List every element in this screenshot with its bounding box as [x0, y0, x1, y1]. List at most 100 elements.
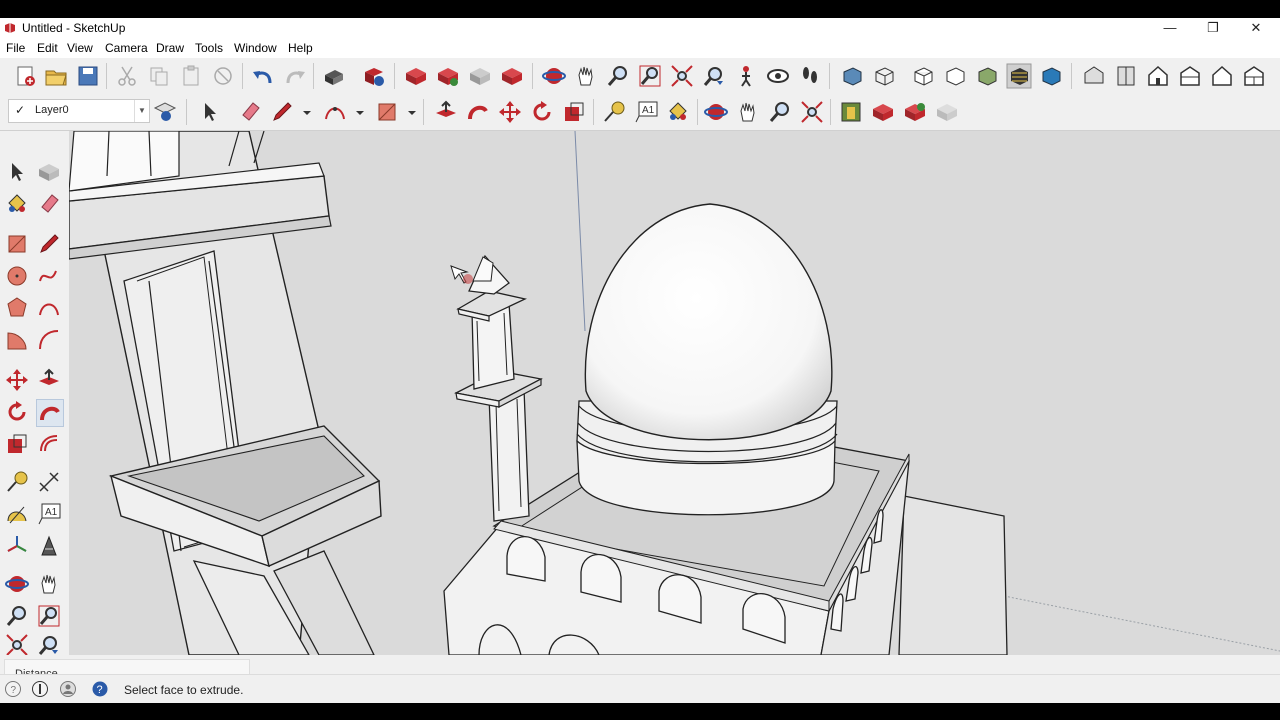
- pencil-icon[interactable]: [36, 231, 62, 257]
- component-icon[interactable]: [36, 159, 62, 185]
- credits-icon[interactable]: [31, 680, 49, 698]
- zoom-icon[interactable]: [767, 99, 793, 125]
- pan-icon[interactable]: [36, 571, 62, 597]
- copy-icon[interactable]: [146, 63, 172, 89]
- shaded-textures-style-icon[interactable]: [1006, 63, 1032, 89]
- minimize-button[interactable]: —: [1150, 18, 1190, 38]
- protractor-icon[interactable]: [4, 501, 30, 527]
- orbit-icon[interactable]: [4, 571, 30, 597]
- geolocation-icon[interactable]: ?: [4, 680, 22, 698]
- cut-icon[interactable]: [114, 63, 140, 89]
- polygon-icon[interactable]: [4, 295, 30, 321]
- chevron-down-icon[interactable]: [347, 99, 364, 125]
- eraser-icon[interactable]: [36, 191, 62, 217]
- tape-measure-icon[interactable]: [4, 469, 30, 495]
- zoom-window-icon[interactable]: [36, 603, 62, 629]
- menu-tools[interactable]: Tools: [195, 41, 223, 55]
- extension-icon[interactable]: [902, 99, 928, 125]
- scale-icon[interactable]: [4, 431, 30, 457]
- orbit-icon[interactable]: [541, 63, 567, 89]
- push-pull-icon[interactable]: [36, 367, 62, 393]
- offset-icon[interactable]: [36, 431, 62, 457]
- rotate-icon[interactable]: [529, 99, 555, 125]
- component-icon[interactable]: [403, 63, 429, 89]
- paint-bucket-icon[interactable]: [665, 99, 691, 125]
- text-icon[interactable]: A1: [633, 99, 659, 125]
- pencil-icon[interactable]: [269, 99, 295, 125]
- back-view-icon[interactable]: [1209, 63, 1235, 89]
- move-icon[interactable]: [497, 99, 523, 125]
- circle-icon[interactable]: [4, 263, 30, 289]
- axes-icon[interactable]: [4, 533, 30, 559]
- model-info-icon[interactable]: [361, 63, 387, 89]
- open-file-icon[interactable]: [43, 63, 69, 89]
- restore-button[interactable]: ❐: [1193, 18, 1233, 38]
- select-icon[interactable]: [4, 159, 30, 185]
- left-view-icon[interactable]: [1241, 63, 1267, 89]
- rotate-icon[interactable]: [4, 399, 30, 425]
- text-icon[interactable]: A1: [36, 501, 62, 527]
- freehand-icon[interactable]: [36, 263, 62, 289]
- pie-icon[interactable]: [4, 327, 30, 353]
- print-icon[interactable]: [321, 63, 347, 89]
- close-button[interactable]: ✕: [1236, 18, 1276, 38]
- select-icon[interactable]: [197, 99, 223, 125]
- menu-file[interactable]: File: [6, 41, 25, 55]
- dimension-icon[interactable]: [36, 469, 62, 495]
- paste-icon[interactable]: [178, 63, 204, 89]
- chevron-down-icon[interactable]: [399, 99, 416, 125]
- top-view-icon[interactable]: [1113, 63, 1139, 89]
- component-icon[interactable]: [435, 63, 461, 89]
- pan-icon[interactable]: [573, 63, 599, 89]
- arc-icon[interactable]: [322, 99, 348, 125]
- chevron-down-icon[interactable]: ▼: [134, 100, 149, 122]
- sketchup-icon[interactable]: [934, 99, 960, 125]
- new-file-icon[interactable]: [12, 63, 38, 89]
- follow-me-icon[interactable]: [465, 99, 491, 125]
- 3d-text-icon[interactable]: [36, 533, 62, 559]
- wireframe-style-icon[interactable]: [871, 63, 897, 89]
- zoom-window-icon[interactable]: [637, 63, 663, 89]
- zoom-icon[interactable]: [4, 603, 30, 629]
- look-around-icon[interactable]: [765, 63, 791, 89]
- undo-icon[interactable]: [250, 63, 276, 89]
- xray-style-icon[interactable]: [839, 63, 865, 89]
- front-view-icon[interactable]: [1145, 63, 1171, 89]
- zoom-extents-icon[interactable]: [799, 99, 825, 125]
- position-camera-icon[interactable]: [733, 63, 759, 89]
- menu-view[interactable]: View: [67, 41, 93, 55]
- component-icon[interactable]: [499, 63, 525, 89]
- scale-icon[interactable]: [561, 99, 587, 125]
- menu-draw[interactable]: Draw: [156, 41, 184, 55]
- menu-edit[interactable]: Edit: [37, 41, 58, 55]
- move-icon[interactable]: [4, 367, 30, 393]
- account-icon[interactable]: [59, 680, 77, 698]
- follow-me-icon[interactable]: [36, 399, 64, 427]
- menu-help[interactable]: Help: [288, 41, 313, 55]
- erase-icon[interactable]: [210, 63, 236, 89]
- right-view-icon[interactable]: [1177, 63, 1203, 89]
- zoom-icon[interactable]: [605, 63, 631, 89]
- rectangle-icon[interactable]: [374, 99, 400, 125]
- pan-icon[interactable]: [735, 99, 761, 125]
- layer-manager-icon[interactable]: [152, 99, 178, 125]
- previous-view-icon[interactable]: [701, 63, 727, 89]
- save-icon[interactable]: [75, 63, 101, 89]
- redo-icon[interactable]: [282, 63, 308, 89]
- component-icon[interactable]: [467, 63, 493, 89]
- drawing-viewport[interactable]: [69, 131, 1280, 655]
- warehouse-icon[interactable]: [838, 99, 864, 125]
- arc-icon[interactable]: [36, 295, 62, 321]
- paint-bucket-icon[interactable]: [4, 191, 30, 217]
- eraser-icon[interactable]: [237, 99, 263, 125]
- instructor-icon[interactable]: ?: [91, 680, 109, 698]
- iso-view-icon[interactable]: [1081, 63, 1107, 89]
- rectangle-icon[interactable]: [4, 231, 30, 257]
- hidden-line-style-icon[interactable]: [942, 63, 968, 89]
- orbit-icon[interactable]: [703, 99, 729, 125]
- tape-measure-icon[interactable]: [601, 99, 627, 125]
- layer-selector[interactable]: ✓ Layer0 ▼: [8, 99, 150, 123]
- zoom-extents-icon[interactable]: [669, 63, 695, 89]
- extension-icon[interactable]: [870, 99, 896, 125]
- push-pull-icon[interactable]: [433, 99, 459, 125]
